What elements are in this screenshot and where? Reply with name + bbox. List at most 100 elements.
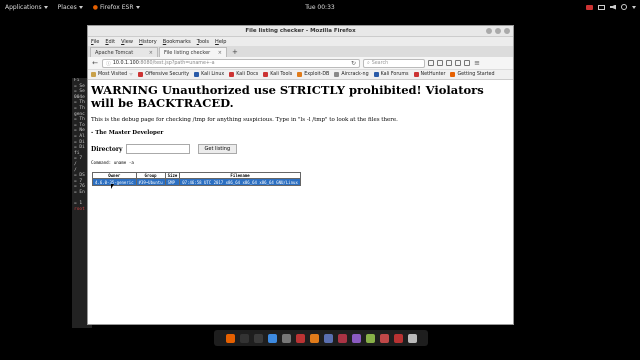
cell-size: SMP xyxy=(164,178,181,186)
url-bar[interactable]: ⓘ 10.0.1.100:8080/test.jsp?path=uname+-a… xyxy=(102,58,360,68)
firefox-icon: ● xyxy=(92,3,98,11)
new-tab-button[interactable]: + xyxy=(228,47,242,57)
armitage-icon[interactable] xyxy=(295,333,305,343)
power-icon[interactable] xyxy=(621,4,627,10)
library-icon[interactable] xyxy=(437,60,443,66)
tools-icon xyxy=(263,72,269,77)
forums-icon xyxy=(373,72,379,77)
window-controls xyxy=(486,28,510,34)
maltego-icon[interactable] xyxy=(323,333,333,343)
dock xyxy=(214,330,428,346)
bookmark-kali-tools[interactable]: Kali Tools xyxy=(263,72,292,77)
beef-icon[interactable] xyxy=(337,333,347,343)
bookmark-nethunter[interactable]: NetHunter xyxy=(413,72,446,77)
bookmark-label: Offensive Security xyxy=(145,72,190,77)
bookmark-kali-linux[interactable]: Kali Linux xyxy=(194,72,224,77)
applications-label: Applications xyxy=(5,3,42,11)
signature: - The Master Developer xyxy=(91,130,164,136)
file-listing-table: Owner Group Size Filename 4.6.0-35-gener… xyxy=(92,172,301,186)
files-icon[interactable] xyxy=(267,333,277,343)
tab-file-listing-checker[interactable]: File listing checker × xyxy=(159,47,227,57)
tab-apache-tomcat[interactable]: Apache Tomcat × xyxy=(90,47,158,57)
bookmark-label: Kali Docs xyxy=(236,72,259,77)
reload-icon[interactable]: ↻ xyxy=(351,60,356,67)
menu-view[interactable]: View xyxy=(121,39,133,45)
firefox-window: File listing checker - Mozilla Firefox F… xyxy=(87,25,514,325)
tab-strip: Apache Tomcat × File listing checker × + xyxy=(88,46,513,57)
metasploit-icon[interactable] xyxy=(281,333,291,343)
display-icon[interactable] xyxy=(598,4,605,10)
cell-filename: 07:46:58 UTC 2017 x86_64 x86_64 x86_64 G… xyxy=(179,178,301,186)
minimize-button[interactable] xyxy=(486,28,492,34)
bookmark-label: Exploit-DB xyxy=(304,72,330,77)
chevron-down-icon[interactable] xyxy=(632,5,636,9)
app-grid-icon[interactable] xyxy=(407,333,417,343)
table-row: 4.6.0-35-generic #39~Ubuntu SMP 07:46:58… xyxy=(92,178,301,186)
burp-icon[interactable] xyxy=(309,333,319,343)
kali-icon[interactable] xyxy=(239,333,249,343)
close-tab-icon[interactable]: × xyxy=(149,50,153,56)
close-tab-icon[interactable]: × xyxy=(218,50,222,56)
bookmark-label: Kali Forums xyxy=(380,72,409,77)
download-icon[interactable] xyxy=(446,60,452,66)
menu-history[interactable]: History xyxy=(139,39,157,45)
bookmark-aircrack-ng[interactable]: Aircrack-ng xyxy=(334,72,369,77)
active-app-menu[interactable]: ● Firefox ESR xyxy=(88,4,145,11)
directory-input[interactable] xyxy=(125,144,190,154)
volume-icon[interactable] xyxy=(610,4,616,10)
window-titlebar[interactable]: File listing checker - Mozilla Firefox xyxy=(88,26,513,37)
leafpad-icon[interactable] xyxy=(365,333,375,343)
places-menu[interactable]: Places xyxy=(53,4,88,11)
info-icon[interactable]: ⓘ xyxy=(106,60,111,67)
cherrytree-icon[interactable] xyxy=(379,333,389,343)
mouse-cursor xyxy=(111,184,114,189)
menu-bar: File Edit View History Bookmarks Tools H… xyxy=(88,37,513,46)
search-input[interactable]: ⌕ Search xyxy=(363,58,425,68)
menu-file[interactable]: File xyxy=(91,39,99,45)
bookmark-label: NetHunter xyxy=(420,72,446,77)
faraday-icon[interactable] xyxy=(351,333,361,343)
docs-icon xyxy=(229,72,235,77)
bookmark-label: Aircrack-ng xyxy=(341,72,369,77)
cell-owner: 4.6.0-35-generic xyxy=(92,178,137,186)
bookmark-most-visited[interactable]: Most Visited xyxy=(91,72,134,77)
pocket-icon[interactable] xyxy=(464,60,470,66)
firefox-icon xyxy=(450,72,456,77)
directory-label: Directory xyxy=(91,145,123,153)
system-tray[interactable] xyxy=(586,0,636,14)
bookmark-label: Kali Linux xyxy=(201,72,225,77)
menu-tools[interactable]: Tools xyxy=(197,39,209,45)
menu-help[interactable]: Help xyxy=(215,39,226,45)
applications-menu[interactable]: Applications xyxy=(0,4,53,11)
maximize-button[interactable] xyxy=(495,28,501,34)
bookmark-kali-forums[interactable]: Kali Forums xyxy=(373,72,409,77)
firefox-icon[interactable] xyxy=(225,333,235,343)
hamburger-menu-icon[interactable]: ≡ xyxy=(473,58,481,68)
terminal-icon[interactable] xyxy=(253,333,263,343)
menu-edit[interactable]: Edit xyxy=(105,39,115,45)
recordmydesktop-icon[interactable] xyxy=(393,333,403,343)
back-button[interactable]: ← xyxy=(91,58,99,68)
aircrack-icon xyxy=(334,72,340,77)
kali-icon xyxy=(194,72,200,77)
offsec-icon xyxy=(138,72,144,77)
get-listing-button[interactable]: Get listing xyxy=(197,144,238,154)
cell-group: #39~Ubuntu xyxy=(135,178,166,186)
chevron-down-icon xyxy=(43,5,48,9)
url-path: :8080/test.jsp?path=uname+-a xyxy=(138,60,215,66)
warning-heading: WARNING Unauthorized use STRICTLY prohib… xyxy=(91,83,484,110)
home-icon[interactable] xyxy=(455,60,461,66)
bookmark-kali-docs[interactable]: Kali Docs xyxy=(229,72,258,77)
bookmark-star-icon[interactable] xyxy=(428,60,434,66)
bookmark-exploit-db[interactable]: Exploit-DB xyxy=(297,72,329,77)
close-button[interactable] xyxy=(504,28,510,34)
chevron-down-icon xyxy=(129,73,134,76)
record-icon[interactable] xyxy=(586,4,593,10)
page-content: WARNING Unauthorized use STRICTLY prohib… xyxy=(88,80,513,189)
bookmark-getting-started[interactable]: Getting Started xyxy=(450,72,495,77)
tab-label: File listing checker xyxy=(164,49,211,56)
menu-bookmarks[interactable]: Bookmarks xyxy=(163,39,191,45)
bookmark-label: Most Visited xyxy=(98,72,128,77)
bookmark-offensive-security[interactable]: Offensive Security xyxy=(138,72,189,77)
tab-label: Apache Tomcat xyxy=(95,49,134,56)
